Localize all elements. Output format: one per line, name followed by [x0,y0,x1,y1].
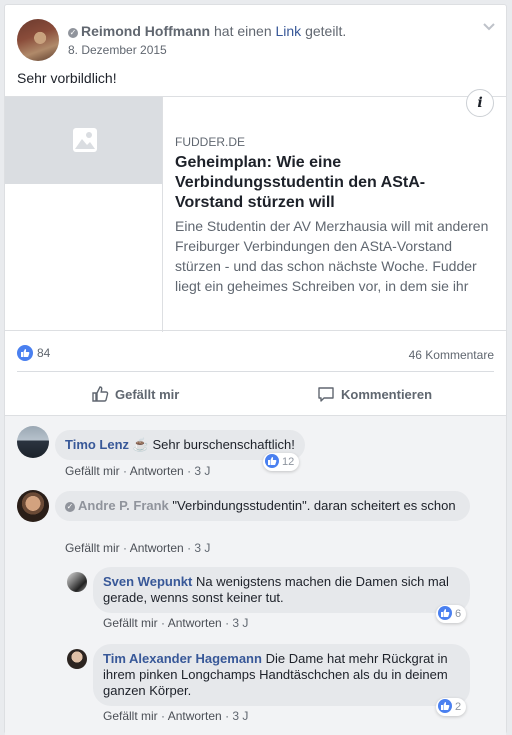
replier-avatar[interactable] [67,649,87,669]
shared-link[interactable]: Link [276,23,302,39]
link-description: Eine Studentin der AV Merzhausia will mi… [175,218,489,294]
link-preview[interactable]: i FUDDER.DE Geheimplan: Wie eine Verbind… [5,89,506,332]
reply-bubble: Sven Wepunkt Na wenigstens machen die Da… [93,567,470,613]
link-domain: FUDDER.DE [175,135,246,149]
like-reaction-icon [438,699,452,713]
comment-like-link[interactable]: Gefällt mir [65,464,120,478]
comment-time[interactable]: 3 J [194,464,210,478]
meta-separator: · [187,464,192,478]
comment-like-count: 2 [455,701,462,713]
commenter-avatar[interactable] [17,426,49,458]
like-reaction-icon [438,606,452,620]
meta-separator: · [225,616,230,630]
image-placeholder-icon [73,128,97,152]
post-header: ✓ Reimond Hoffmann hat einen Link geteilt… [68,23,346,39]
comment-like-badge[interactable]: 2 [436,698,467,716]
info-icon[interactable]: i [466,89,494,117]
comment-like-badge[interactable]: 6 [436,605,467,623]
comment-reply-link[interactable]: Antworten [130,464,184,478]
comment-text: "Verbindungsstudentin". daran scheitert … [172,498,456,513]
meta-separator: · [187,541,192,555]
comment-actions: Gefällt mir · Antworten · 3 J [65,464,210,478]
commenter-name[interactable]: Andre P. Frank [78,498,169,513]
commenter-name[interactable]: Tim Alexander Hagemann [103,651,262,666]
comment-icon [318,387,334,402]
commenter-avatar[interactable] [17,490,49,522]
meta-separator: · [123,541,128,555]
like-button-label: Gefällt mir [115,387,180,402]
coffee-emoji-icon: ☕ [132,437,149,452]
action-suffix: geteilt. [305,23,347,39]
like-reaction-icon [265,454,279,468]
comment-like-count: 6 [455,608,462,620]
thumbnail-divider [162,97,163,332]
comment-bubble: ✓ Andre P. Frank "Verbindungsstudentin". … [55,491,470,521]
author-name[interactable]: Reimond Hoffmann [81,23,210,39]
comment-time[interactable]: 3 J [194,541,210,555]
comment-reply-link[interactable]: Antworten [168,709,222,723]
comment-button[interactable]: Kommentieren [317,385,432,403]
comment-count[interactable]: 46 Kommentare [409,348,494,362]
link-headline[interactable]: Geheimplan: Wie eine Verbindungsstudenti… [175,153,493,213]
reply-bubble: Tim Alexander Hagemann Die Dame hat mehr… [93,644,470,706]
comment-like-count: 12 [282,456,295,468]
author-avatar[interactable] [17,19,59,61]
meta-separator: · [225,709,230,723]
like-reaction-icon [17,345,33,361]
divider [17,371,494,372]
like-button[interactable]: Gefällt mir [91,385,179,403]
comment-reply-link[interactable]: Antworten [168,616,222,630]
link-thumbnail[interactable] [5,97,163,184]
comment-actions: Gefällt mir · Antworten · 3 J [65,541,210,555]
replier-avatar[interactable] [67,572,87,592]
post-card: ✓ Reimond Hoffmann hat einen Link geteilt… [4,4,507,735]
comment-actions: Gefällt mir · Antworten · 3 J [103,616,248,630]
chevron-down-icon[interactable] [482,19,496,33]
meta-separator: · [161,616,166,630]
post-text: Sehr vorbildlich! [17,70,117,86]
like-count: 84 [37,346,51,360]
comment-time[interactable]: 3 J [232,616,248,630]
comment-text: Sehr burschenschaftlich! [152,437,295,452]
commenter-name[interactable]: Sven Wepunkt [103,574,192,589]
action-prefix: hat einen [214,23,272,39]
comment-like-link[interactable]: Gefällt mir [103,709,158,723]
thumbs-up-icon [92,386,109,402]
comment-reply-link[interactable]: Antworten [130,541,184,555]
commenter-name[interactable]: Timo Lenz [65,437,129,452]
meta-separator: · [161,709,166,723]
comment-like-link[interactable]: Gefällt mir [103,616,158,630]
verified-icon: ✓ [68,28,78,38]
comment-actions: Gefällt mir · Antworten · 3 J [103,709,248,723]
comment-button-label: Kommentieren [341,387,433,402]
comment-like-link[interactable]: Gefällt mir [65,541,120,555]
comments-section: Timo Lenz ☕ Sehr burschenschaftlich! 12 … [5,415,506,735]
comment-time[interactable]: 3 J [232,709,248,723]
verified-icon: ✓ [65,502,75,512]
reaction-summary[interactable]: 84 [17,345,50,361]
post-date[interactable]: 8. Dezember 2015 [68,43,167,57]
comment-like-badge[interactable]: 12 [263,453,300,471]
meta-separator: · [123,464,128,478]
